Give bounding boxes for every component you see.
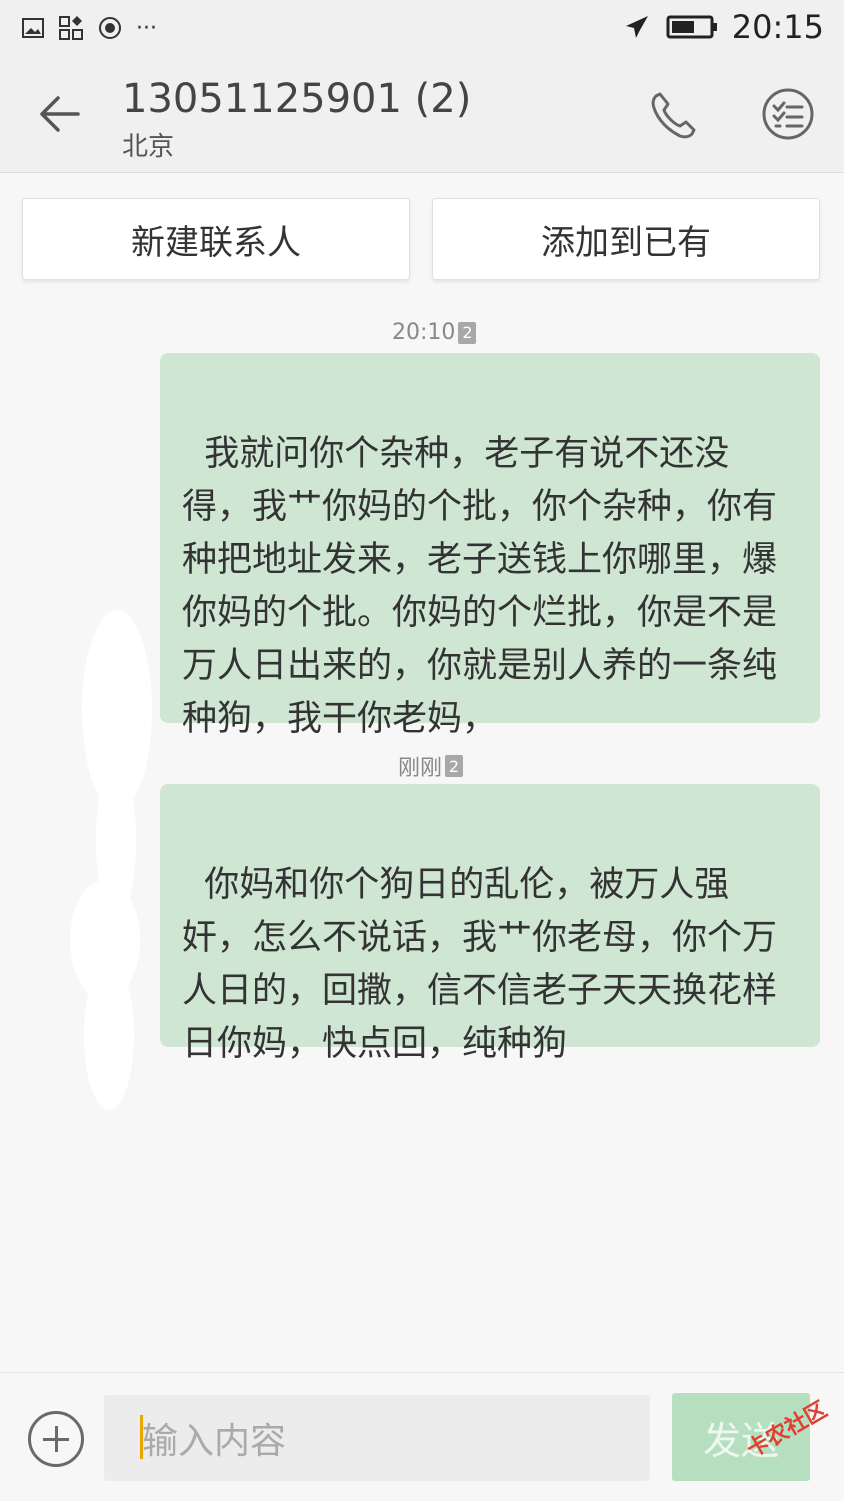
new-contact-button[interactable]: 新建联系人 <box>22 198 410 280</box>
more-notifications-icon: ··· <box>136 15 157 41</box>
image-icon <box>22 18 44 38</box>
message-text: 你妈和你个狗日的乱伦，被万人强奸，怎么不说话，我艹你老母，你个万人日的，回撒，信… <box>182 865 778 1064</box>
record-icon <box>99 17 121 39</box>
add-to-existing-button[interactable]: 添加到已有 <box>432 198 820 280</box>
message-timestamp: 20:10 2 <box>392 320 477 345</box>
message-composer: 输入内容 发送 <box>0 1372 844 1501</box>
text-cursor <box>140 1415 143 1459</box>
status-icons-left: ··· <box>22 15 157 41</box>
contact-number: 13051125901 (2) <box>122 76 472 122</box>
message-time: 刚刚 <box>398 756 443 781</box>
message-time: 20:10 <box>392 320 456 345</box>
message-bubble[interactable]: 你妈和你个狗日的乱伦，被万人强奸，怎么不说话，我艹你老母，你个万人日的，回撒，信… <box>160 784 820 1064</box>
options-menu-icon[interactable] <box>760 86 816 142</box>
message-input[interactable]: 输入内容 <box>104 1395 650 1481</box>
apps-icon <box>59 16 83 40</box>
message-input-placeholder: 输入内容 <box>142 1421 287 1462</box>
status-bar: ··· 20:15 <box>0 0 844 56</box>
sim-2-icon: 2 <box>458 321 477 344</box>
message-timestamp: 刚刚 2 <box>398 750 464 782</box>
status-time: 20:15 <box>731 8 824 46</box>
battery-icon <box>666 15 717 39</box>
airplane-mode-icon <box>625 16 648 38</box>
conversation-header: 13051125901 (2) 北京 <box>0 56 844 173</box>
add-attachment-icon[interactable] <box>28 1411 84 1467</box>
message-text: 我就问你个杂种，老子有说不还没得，我艹你妈的个批，你个杂种，你有种把地址发来，老… <box>182 434 778 739</box>
back-arrow-icon[interactable] <box>34 92 84 136</box>
status-icons-right: 20:15 <box>622 8 824 46</box>
message-bubble[interactable]: 我就问你个杂种，老子有说不还没得，我艹你妈的个批，你个杂种，你有种把地址发来，老… <box>160 353 820 739</box>
phone-call-icon[interactable] <box>646 88 702 144</box>
sim-2-icon: 2 <box>445 755 464 777</box>
contact-location: 北京 <box>122 132 175 162</box>
